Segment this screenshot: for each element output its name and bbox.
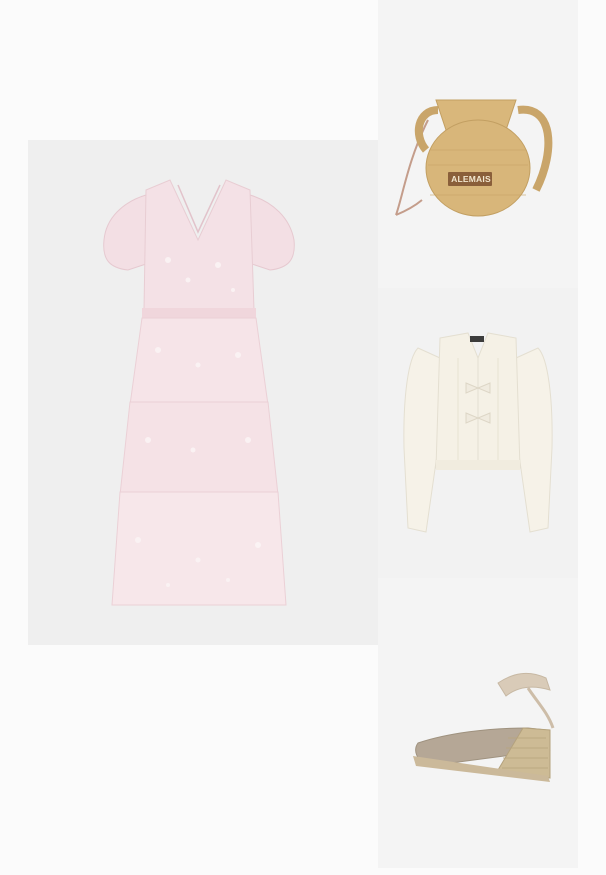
- bag-brand-label: ALEMAIS: [451, 174, 491, 184]
- bag-image: [395, 99, 553, 217]
- dress-image: [103, 179, 295, 606]
- cardigan-image: [403, 332, 553, 533]
- dress-product-tile[interactable]: [28, 140, 378, 645]
- shoe-image: [413, 672, 555, 782]
- bag-product-tile[interactable]: ALEMAIS: [378, 0, 578, 288]
- cardigan-product-tile[interactable]: [378, 288, 578, 578]
- shoe-product-tile[interactable]: [378, 578, 578, 868]
